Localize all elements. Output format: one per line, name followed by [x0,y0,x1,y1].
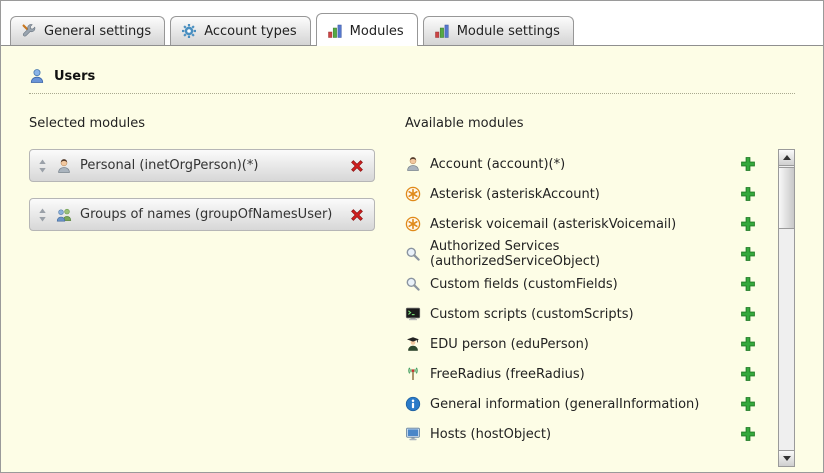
users-section-header: Users [29,68,795,94]
scroll-up-arrow-icon [783,155,791,160]
available-module-item: Hosts (hostObject) [405,419,770,449]
magnifier-icon [405,276,421,292]
tab-label: General settings [44,24,151,39]
add-icon [740,336,756,352]
delete-icon [349,158,365,174]
add-icon [740,246,756,262]
available-module-item: Custom fields (customFields) [405,269,770,299]
tab-modules[interactable]: Modules [316,13,418,46]
sort-handle-icon[interactable] [37,158,48,174]
scroll-down-arrow-icon [783,456,791,461]
available-module-item: Asterisk voicemail (asteriskVoicemail) [405,209,770,239]
tab-module-settings[interactable]: Module settings [423,16,574,45]
add-icon [740,156,756,172]
add-module-button[interactable] [740,186,756,202]
tab-account-types[interactable]: Account types [170,16,310,45]
terminal-icon [405,306,421,322]
module-label: Custom scripts (customScripts) [430,307,731,322]
sort-handle-icon[interactable] [37,207,48,223]
available-module-item: General information (generalInformation) [405,389,770,419]
selected-modules-column: Selected modules Personal (inetOrgPerson… [29,116,405,467]
asterisk-icon [405,186,421,202]
delete-icon [349,207,365,223]
module-columns: Selected modules Personal (inetOrgPerson… [29,116,795,467]
add-module-button[interactable] [740,246,756,262]
add-module-button[interactable] [740,426,756,442]
add-module-button[interactable] [740,396,756,412]
add-icon [740,186,756,202]
add-icon [740,426,756,442]
available-module-item: Account (account)(*) [405,149,770,179]
available-modules-wrap: Account (account)(*) Asterisk (asteriskAc… [405,149,795,467]
add-icon [740,276,756,292]
info-icon [405,396,421,412]
module-config-window: General settings Account types Modules Modu… [0,0,824,473]
module-label: Personal (inetOrgPerson)(*) [80,158,341,173]
gear-icon [181,23,197,39]
module-label: Authorized Services (authorizedServiceOb… [430,239,731,269]
magnifier-icon [405,246,421,262]
add-icon [740,396,756,412]
add-module-button[interactable] [740,216,756,232]
tab-general-settings[interactable]: General settings [10,16,165,45]
person-icon [56,158,72,174]
tab-bar: General settings Account types Modules Modu… [1,1,823,46]
module-label: Custom fields (customFields) [430,277,731,292]
edu-person-icon [405,336,421,352]
available-module-item: FreeRadius (freeRadius) [405,359,770,389]
person-icon [405,156,421,172]
selected-modules-list: Personal (inetOrgPerson)(*) Groups of nam… [29,149,405,231]
module-label: Account (account)(*) [430,157,731,172]
module-label: FreeRadius (freeRadius) [430,367,731,382]
remove-module-button[interactable] [349,158,365,174]
module-label: EDU person (eduPerson) [430,337,731,352]
available-modules-column: Available modules Account (account)(*) As… [405,116,795,467]
module-label: Asterisk voicemail (asteriskVoicemail) [430,217,731,232]
available-modules-list: Account (account)(*) Asterisk (asteriskAc… [405,149,770,467]
tab-label: Modules [350,24,404,39]
section-title: Users [54,69,95,84]
selected-modules-heading: Selected modules [29,116,405,131]
host-icon [405,426,421,442]
available-module-item: EDU person (eduPerson) [405,329,770,359]
add-icon [740,216,756,232]
group-icon [56,207,72,223]
modules-chart-icon [434,23,450,39]
add-module-button[interactable] [740,156,756,172]
scrollbar-up-button[interactable] [779,150,794,166]
module-label: Groups of names (groupOfNamesUser) [80,207,341,222]
asterisk-icon [405,216,421,232]
add-icon [740,306,756,322]
selected-module-item: Groups of names (groupOfNamesUser) [29,198,375,231]
module-label: General information (generalInformation) [430,397,731,412]
tools-icon [21,23,37,39]
users-icon [29,68,45,84]
tab-label: Module settings [457,24,560,39]
add-module-button[interactable] [740,306,756,322]
module-label: Asterisk (asteriskAccount) [430,187,731,202]
scrollbar-thumb[interactable] [779,167,794,229]
add-icon [740,366,756,382]
remove-module-button[interactable] [349,207,365,223]
add-module-button[interactable] [740,336,756,352]
content-area: Users Selected modules Personal (inetOrg… [1,46,823,472]
module-label: Hosts (hostObject) [430,427,731,442]
available-module-item: Custom scripts (customScripts) [405,299,770,329]
available-module-item: Asterisk (asteriskAccount) [405,179,770,209]
add-module-button[interactable] [740,276,756,292]
scrollbar-track[interactable] [779,166,794,450]
available-list-scrollbar[interactable] [778,149,795,467]
available-modules-heading: Available modules [405,116,795,131]
scrollbar-down-button[interactable] [779,450,794,466]
tab-label: Account types [204,24,296,39]
selected-module-item: Personal (inetOrgPerson)(*) [29,149,375,182]
radius-icon [405,366,421,382]
available-module-item: Authorized Services (authorizedServiceOb… [405,239,770,269]
modules-chart-icon [327,23,343,39]
add-module-button[interactable] [740,366,756,382]
